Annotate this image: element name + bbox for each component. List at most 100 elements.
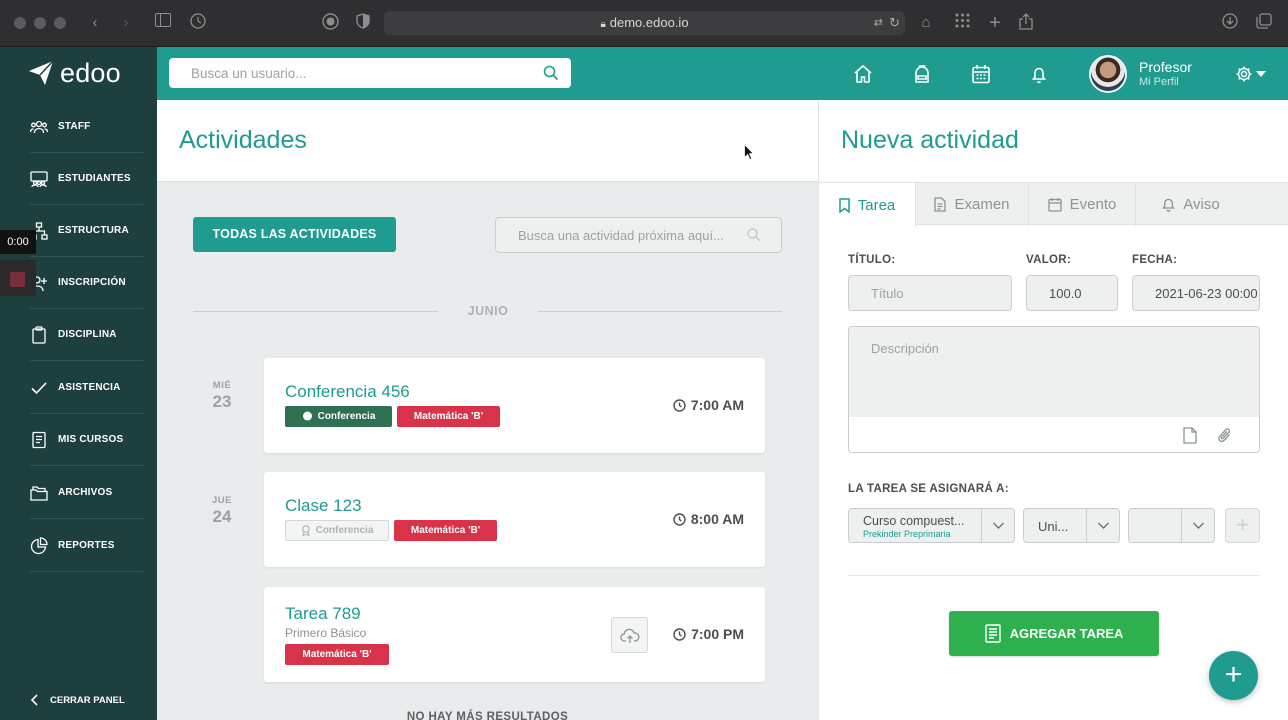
floating-add-button[interactable]: + bbox=[1209, 651, 1258, 700]
date-field bbox=[1132, 275, 1260, 311]
sidebar-item-discipline[interactable]: DISCIPLINA bbox=[30, 309, 143, 361]
unit-select[interactable]: Uni... bbox=[1023, 508, 1120, 543]
sidebar-item-enrollment[interactable]: INSCRIPCIÓN bbox=[30, 257, 143, 309]
activity-title[interactable]: Conferencia 456 bbox=[285, 382, 410, 402]
tab-aviso[interactable]: Aviso bbox=[1136, 183, 1246, 226]
title-label: TÍTULO: bbox=[848, 254, 896, 266]
sidebar-item-label: ASISTENCIA bbox=[58, 382, 121, 393]
activity-title[interactable]: Clase 123 bbox=[285, 496, 362, 516]
folders-icon bbox=[30, 485, 48, 501]
share-icon[interactable] bbox=[1016, 13, 1036, 33]
sidebar-item-files[interactable]: ARCHIVOS bbox=[30, 467, 143, 519]
sidebar-item-students[interactable]: ESTUDIANTES bbox=[30, 153, 143, 205]
recorder-time: 0:00 bbox=[0, 230, 36, 254]
paperclip-icon[interactable] bbox=[1217, 427, 1233, 444]
collapse-panel-button[interactable]: CERRAR PANEL bbox=[30, 694, 125, 706]
address-bar[interactable]: 🔒︎ demo.edoo.io ⇄ ↻ bbox=[384, 11, 905, 35]
tab-evento[interactable]: Evento bbox=[1029, 183, 1136, 226]
window-close-dot[interactable] bbox=[14, 17, 26, 29]
tag-conference: Conferencia bbox=[285, 406, 392, 427]
sidebar-item-structure[interactable]: ESTRUCTURA bbox=[30, 205, 143, 257]
bell-icon[interactable] bbox=[1028, 63, 1050, 85]
add-task-button[interactable]: AGREGAR TAREA bbox=[949, 611, 1159, 656]
sidebar-item-attendance[interactable]: ASISTENCIA bbox=[30, 362, 143, 414]
tab-label: Evento bbox=[1069, 196, 1117, 213]
course-select[interactable]: Curso compuest... Prekinder Preprimaria bbox=[848, 508, 1015, 543]
extension-icon[interactable] bbox=[320, 13, 340, 33]
grid-icon[interactable] bbox=[952, 13, 972, 33]
settings-menu[interactable] bbox=[1235, 63, 1271, 85]
backpack-icon[interactable] bbox=[911, 63, 933, 85]
caret-down-icon bbox=[1256, 71, 1266, 77]
translate-icon[interactable]: ⇄ bbox=[874, 11, 883, 35]
tag-label: Matemática 'B' bbox=[302, 649, 372, 660]
add-assignment-button[interactable]: + bbox=[1225, 508, 1260, 543]
sidebar-toggle-icon[interactable] bbox=[153, 13, 173, 33]
sidebar-item-label: REPORTES bbox=[58, 540, 115, 551]
recorder-stop-button[interactable] bbox=[0, 260, 36, 296]
sidebar-item-reports[interactable]: REPORTES bbox=[30, 520, 143, 572]
back-icon[interactable]: ‹ bbox=[85, 13, 105, 33]
value-field bbox=[1026, 275, 1118, 311]
browser-chrome: ‹ › 🔒︎ demo.edoo.io ⇄ ↻ ⌂ + bbox=[0, 0, 1288, 47]
tab-tarea[interactable]: Tarea bbox=[819, 183, 916, 227]
calendar-icon[interactable] bbox=[970, 63, 992, 85]
file-icon[interactable] bbox=[1182, 427, 1198, 444]
all-activities-button[interactable]: TODAS LAS ACTIVIDADES bbox=[193, 217, 396, 252]
window-minimize-dot[interactable] bbox=[34, 17, 46, 29]
day-label: JUE 24 bbox=[197, 495, 247, 527]
search-icon bbox=[747, 228, 761, 242]
activity-card[interactable]: Tarea 789 Primero Básico Matemática 'B' … bbox=[264, 587, 765, 682]
bell-icon bbox=[1162, 198, 1176, 212]
activity-subtitle: Primero Básico bbox=[285, 626, 367, 640]
date-input[interactable] bbox=[1133, 276, 1259, 310]
window-zoom-dot[interactable] bbox=[54, 17, 66, 29]
forward-icon[interactable]: › bbox=[116, 13, 136, 33]
tag-label: Matemática 'B' bbox=[410, 525, 481, 536]
description-input[interactable] bbox=[849, 327, 1259, 417]
value-input[interactable] bbox=[1027, 276, 1117, 310]
book-icon bbox=[984, 624, 1001, 643]
url-text: demo.edoo.io bbox=[609, 15, 689, 30]
activity-card[interactable]: Conferencia 456 Conferencia Matemática '… bbox=[264, 358, 765, 453]
activity-card[interactable]: Clase 123 Conferencia Matemática 'B' 8:0… bbox=[264, 472, 765, 567]
tab-examen[interactable]: Examen bbox=[916, 183, 1029, 226]
user-search-input[interactable] bbox=[169, 58, 529, 88]
divider bbox=[848, 575, 1260, 576]
profile-link[interactable]: Mi Perfil bbox=[1139, 76, 1179, 88]
shield-icon[interactable] bbox=[353, 13, 373, 33]
weekday: MIÉ bbox=[212, 380, 232, 391]
profile-name[interactable]: Profesor bbox=[1139, 59, 1192, 75]
history-icon[interactable] bbox=[188, 13, 208, 33]
activity-search bbox=[495, 217, 782, 253]
avatar[interactable] bbox=[1089, 55, 1127, 93]
title-input[interactable] bbox=[849, 276, 1011, 310]
tag-label: Matemática 'B' bbox=[413, 411, 484, 422]
clock-icon bbox=[673, 512, 686, 526]
page-title: Actividades bbox=[179, 126, 307, 154]
downloads-icon[interactable] bbox=[1220, 13, 1240, 33]
home-icon[interactable] bbox=[852, 63, 874, 85]
divider bbox=[193, 311, 438, 312]
sidebar-item-staff[interactable]: STAFF bbox=[30, 101, 143, 153]
section-select[interactable] bbox=[1128, 508, 1215, 543]
upload-button[interactable] bbox=[611, 617, 648, 653]
time-label: 7:00 AM bbox=[690, 397, 744, 413]
divider bbox=[538, 311, 782, 312]
sidebar-item-label: MIS CURSOS bbox=[58, 434, 124, 445]
reload-icon[interactable]: ↻ bbox=[889, 11, 900, 35]
chevron-down-icon bbox=[1086, 509, 1119, 542]
sidebar-item-my-courses[interactable]: MIS CURSOS bbox=[30, 414, 143, 466]
edoo-logo[interactable]: edoo bbox=[28, 56, 121, 90]
activity-search-input[interactable] bbox=[496, 218, 746, 252]
new-tab-icon[interactable]: + bbox=[985, 13, 1005, 33]
assign-label: LA TAREA SE ASIGNARÁ A: bbox=[848, 483, 1009, 495]
description-field bbox=[848, 326, 1260, 453]
tab-label: Examen bbox=[954, 196, 1010, 213]
home-browser-icon[interactable]: ⌂ bbox=[916, 13, 936, 33]
panel-title: Nueva actividad bbox=[841, 126, 1019, 154]
stop-icon bbox=[10, 272, 25, 287]
search-icon[interactable] bbox=[543, 65, 559, 81]
tabs-overview-icon[interactable] bbox=[1254, 13, 1274, 33]
activity-title[interactable]: Tarea 789 bbox=[285, 604, 361, 624]
